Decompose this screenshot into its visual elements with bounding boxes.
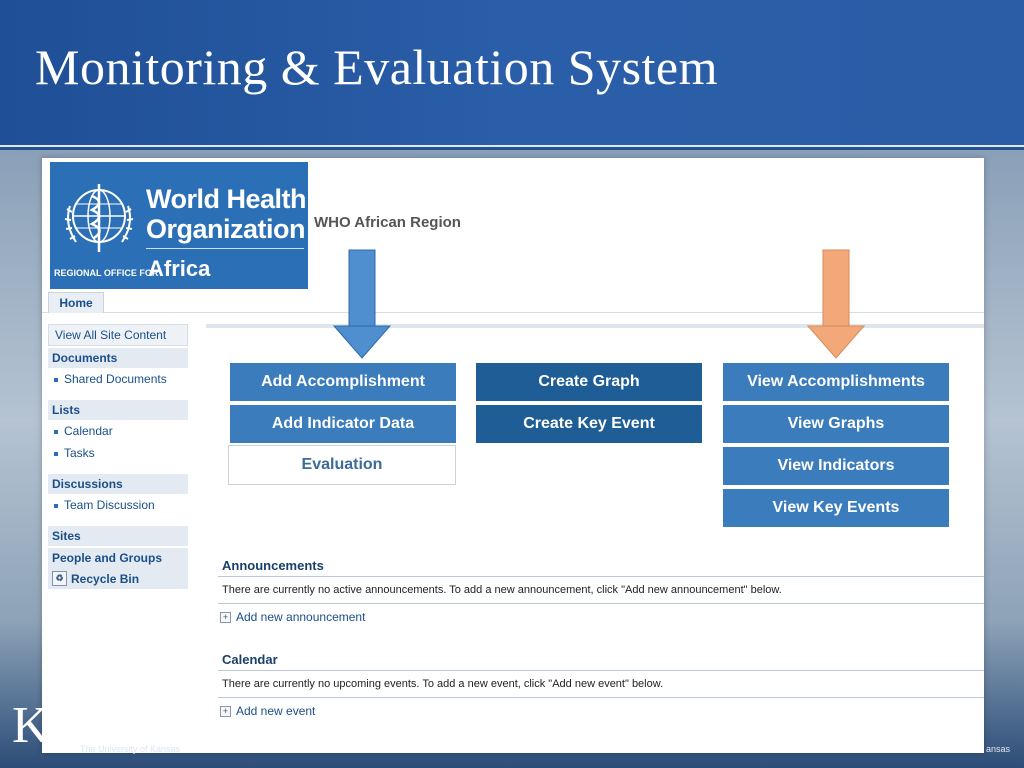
sidebar-heading-lists[interactable]: Lists [48,400,188,420]
logo-line-world-health: World Health [146,184,307,214]
quick-launch: View All Site Content Documents Shared D… [48,324,188,589]
sidebar-heading-documents[interactable]: Documents [48,348,188,368]
site-title[interactable]: WHO African Region [314,214,461,231]
who-logo[interactable]: World Health Organization REGIONAL OFFIC… [50,162,308,289]
view-indicators-button[interactable]: View Indicators [723,447,949,485]
announcements-divider-bottom [218,603,984,604]
sidebar-heading-people-and-groups[interactable]: People and Groups [48,548,188,568]
recycle-bin-label: Recycle Bin [71,571,140,586]
announcements-divider [218,576,984,577]
sidebar-item-tasks[interactable]: Tasks [48,442,188,464]
recycle-bin-icon: ♻ [52,571,67,586]
create-key-event-button[interactable]: Create Key Event [476,405,702,443]
add-indicator-data-button[interactable]: Add Indicator Data [230,405,456,443]
sidebar-item-team-discussion[interactable]: Team Discussion [48,494,188,516]
evaluation-button[interactable]: Evaluation [228,445,456,485]
sharepoint-screenshot: World Health Organization REGIONAL OFFIC… [42,158,984,753]
view-all-site-content-link[interactable]: View All Site Content [48,324,188,346]
view-graphs-button[interactable]: View Graphs [723,405,949,443]
tab-home[interactable]: Home [48,292,104,313]
sidebar-heading-sites[interactable]: Sites [48,526,188,546]
arrow-down-icon [806,249,866,359]
logo-line-africa: Africa [148,256,211,281]
calendar-divider [218,670,984,671]
university-logo: K [12,697,50,754]
add-new-announcement-label: Add new announcement [236,610,366,624]
sidebar-item-calendar[interactable]: Calendar [48,420,188,442]
slide-header: Monitoring & Evaluation System [0,0,1024,147]
calendar-title[interactable]: Calendar [222,652,278,667]
slide-title: Monitoring & Evaluation System [35,39,719,95]
calendar-empty-text: There are currently no upcoming events. … [222,678,664,690]
footer-right-text: ansas [985,744,1010,754]
plus-icon: + [220,705,231,717]
create-graph-button[interactable]: Create Graph [476,363,702,401]
logo-divider [146,248,304,249]
sidebar-item-shared-documents[interactable]: Shared Documents [48,368,188,390]
footer-left-text: The University of Kansas [80,744,181,754]
logo-line-organization: Organization [146,214,306,244]
announcements-title[interactable]: Announcements [222,558,324,573]
sidebar-item-recycle-bin[interactable]: ♻ Recycle Bin [48,568,188,589]
arrow-down-icon [332,249,392,359]
view-key-events-button[interactable]: View Key Events [723,489,949,527]
view-accomplishments-button[interactable]: View Accomplishments [723,363,949,401]
sidebar-heading-discussions[interactable]: Discussions [48,474,188,494]
add-new-event-link[interactable]: + Add new event [220,704,315,718]
add-accomplishment-button[interactable]: Add Accomplishment [230,363,456,401]
logo-line-regional-office: REGIONAL OFFICE FOR [54,268,159,278]
calendar-divider-bottom [218,697,984,698]
add-new-event-label: Add new event [236,704,316,718]
content-top-bar [206,324,984,328]
announcements-empty-text: There are currently no active announceme… [222,584,782,596]
emblem-icon [64,184,134,252]
plus-icon: + [220,611,231,623]
add-new-announcement-link[interactable]: + Add new announcement [220,610,365,624]
